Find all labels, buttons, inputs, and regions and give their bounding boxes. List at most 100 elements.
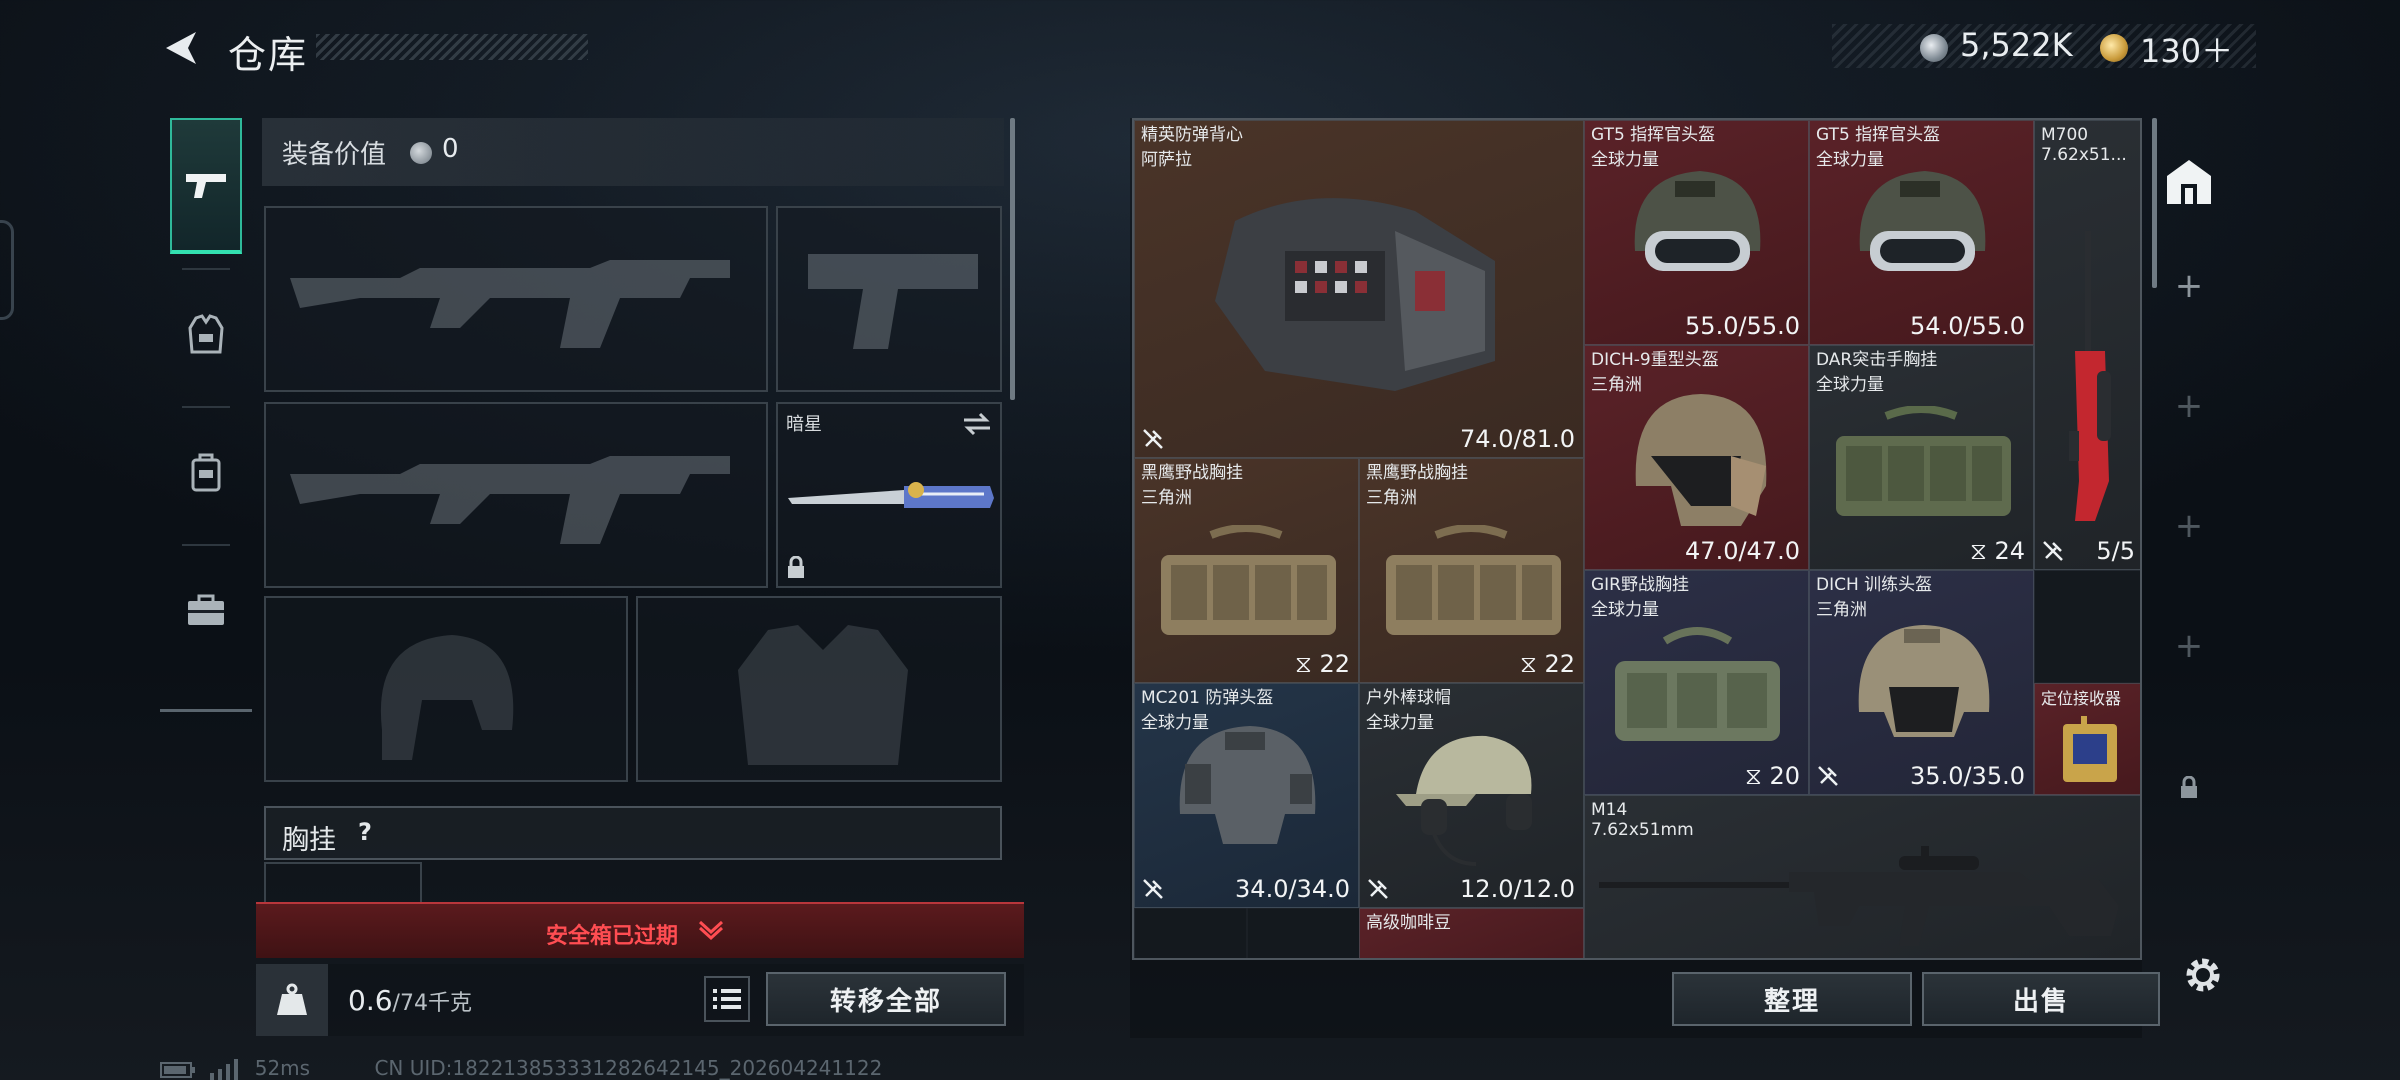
stash-item-blackhawk-rig[interactable]: 黑鹰野战胸挂 三角洲 ⧖ 22: [1134, 458, 1359, 683]
add-stash-page-button[interactable]: +: [2146, 616, 2232, 676]
gear-icon[interactable]: [2180, 952, 2226, 998]
weight-small-icon: ⧖: [1519, 650, 1537, 678]
backpack-icon: [191, 453, 221, 492]
gold-coin-icon: [2100, 34, 2128, 62]
chevron-down-icon: [698, 920, 724, 941]
equipment-value-label: 装备价值: [282, 140, 387, 170]
battery-icon: [160, 1061, 195, 1078]
item-name: 黑鹰野战胸挂: [1366, 463, 1468, 483]
chest-rig-label: 胸挂: [282, 825, 336, 856]
stash-item-dich9-helmet[interactable]: DICH-9重型头盔 三角洲 47.0/47.0: [1584, 345, 1809, 570]
stash-page-home[interactable]: [2146, 142, 2232, 222]
page-title: 仓库: [228, 33, 309, 77]
stash-item-m700[interactable]: M700 7.62x51... 5/5: [2034, 120, 2140, 570]
cap-headset-icon: [1396, 735, 1532, 866]
warehouse-icon: [2167, 160, 2211, 204]
gold-amount[interactable]: 130＋: [2140, 26, 2233, 72]
weight-readout: 0.6/74千克: [348, 984, 472, 1017]
safebox-expired-banner[interactable]: 安全箱已过期: [256, 902, 1024, 958]
item-name: GIR野战胸挂: [1591, 575, 1689, 595]
item-sub: 三角洲: [1141, 488, 1192, 508]
helmet-icon: [1858, 625, 1990, 737]
melee-slot[interactable]: 暗星: [776, 402, 1002, 588]
item-durability: 47.0/47.0: [1685, 537, 1800, 565]
item-name: DAR突击手胸挂: [1816, 350, 1938, 370]
vest-silhouette-icon: [738, 625, 908, 765]
silver-coin-icon: [1920, 34, 1948, 62]
item-name: 定位接收器: [2041, 689, 2122, 708]
tab-case[interactable]: [170, 552, 242, 668]
rifle-silhouette-icon: [290, 456, 730, 544]
add-stash-page-button[interactable]: +: [2146, 376, 2232, 436]
helmet-icon: [1859, 171, 1986, 271]
item-count-value: 22: [1319, 650, 1350, 678]
chest-rig-slot[interactable]: [264, 862, 422, 902]
item-durability: 34.0/34.0: [1235, 875, 1350, 903]
pistol-silhouette-icon: [808, 254, 978, 349]
no-repair-icon: [2043, 541, 2063, 561]
item-name: M700: [2041, 125, 2089, 145]
title-decoration: [316, 34, 588, 60]
item-sub: 全球力量: [1591, 600, 1659, 620]
stash-item-dar-rig[interactable]: DAR突击手胸挂 全球力量 ⧖ 24: [1809, 345, 2034, 570]
chest-rig-icon: [1836, 406, 2011, 516]
helmet-icon: [1634, 171, 1761, 271]
swap-icon[interactable]: [962, 412, 992, 436]
heavy-helmet-icon: [1635, 394, 1767, 526]
stash-item-dich-training-helmet[interactable]: DICH 训练头盔 三角洲 35.0/35.0: [1809, 570, 2034, 795]
armor-slot[interactable]: [636, 596, 1002, 782]
equipment-value: 0: [442, 134, 459, 164]
item-name: DICH 训练头盔: [1816, 575, 1933, 595]
sell-button[interactable]: 出售: [1922, 972, 2160, 1026]
no-repair-icon: [1368, 879, 1388, 899]
list-view-button[interactable]: [704, 976, 750, 1022]
item-name: 黑鹰野战胸挂: [1141, 463, 1243, 483]
sidearm-slot[interactable]: [776, 206, 1002, 392]
secondary-weapon-slot[interactable]: [264, 402, 768, 588]
tab-weapons[interactable]: [170, 118, 242, 254]
tab-armor[interactable]: [170, 276, 242, 392]
weight-small-icon: ⧖: [1744, 762, 1762, 790]
primary-weapon-slot[interactable]: [264, 206, 768, 392]
organize-button[interactable]: 整理: [1672, 972, 1912, 1026]
stash-item-gt5-helmet[interactable]: GT5 指挥官头盔 全球力量 55.0/55.0: [1584, 120, 1809, 345]
chest-rig-section[interactable]: 胸挂 ?: [264, 806, 1002, 860]
back-arrow-icon[interactable]: [158, 26, 202, 70]
weight-icon: [256, 964, 328, 1036]
tab-backpack[interactable]: [170, 414, 242, 530]
helmet-icon: [1179, 726, 1316, 844]
edge-pull-tab[interactable]: [0, 220, 14, 320]
transfer-all-button[interactable]: 转移全部: [766, 972, 1006, 1026]
item-count: 5/5: [2096, 537, 2135, 565]
stash-item-mc201-helmet[interactable]: MC201 防弹头盔 全球力量 34.0/34.0: [1134, 683, 1359, 908]
item-sub: 7.62x51mm: [1591, 820, 1694, 840]
weight-bar: 0.6/74千克 转移全部: [256, 964, 1024, 1036]
stash-item-baseball-cap[interactable]: 户外棒球帽 全球力量 12.0/12.0: [1359, 683, 1584, 908]
item-durability: 35.0/35.0: [1910, 762, 2025, 790]
stash-item-gir-rig[interactable]: GIR野战胸挂 全球力量 ⧖ 20: [1584, 570, 1809, 795]
rifle-silhouette-icon: [290, 260, 730, 348]
stash-item-elite-vest[interactable]: 精英防弹背心 阿萨拉 74.0/81.0: [1134, 120, 1584, 458]
left-scrollbar[interactable]: [1010, 118, 1015, 400]
status-bar: 52ms CN UID:1822138533312826421​45_20260…: [160, 1056, 882, 1080]
item-durability: 74.0/81.0: [1460, 425, 1575, 453]
add-stash-page-button[interactable]: +: [2146, 256, 2232, 316]
weight-small-icon: ⧖: [1969, 537, 1987, 565]
category-tabs: [160, 108, 252, 712]
uid-text: CN UID:1822138533312826421​45_2026042411…: [374, 1056, 883, 1080]
briefcase-icon: [188, 594, 224, 625]
helmet-silhouette-icon: [380, 635, 514, 760]
chest-rig-icon: [1161, 525, 1336, 635]
stash-item-locator-receiver[interactable]: 定位接收器: [2034, 683, 2140, 795]
item-name: GT5 指挥官头盔: [1816, 125, 1941, 145]
add-stash-page-button[interactable]: +: [2146, 496, 2232, 556]
stash-item-gt5-helmet[interactable]: GT5 指挥官头盔 全球力量 54.0/55.0: [1809, 120, 2034, 345]
locked-stash-page[interactable]: [2146, 758, 2232, 818]
stash-item-coffee-beans[interactable]: 高级咖啡豆: [1359, 908, 1584, 958]
stash-item-m14[interactable]: M14 7.62x51mm: [1584, 795, 2140, 958]
helmet-slot[interactable]: [264, 596, 628, 782]
stash-item-blackhawk-rig[interactable]: 黑鹰野战胸挂 三角洲 ⧖ 22: [1359, 458, 1584, 683]
help-icon[interactable]: ?: [358, 818, 372, 846]
chest-rig-icon: [1615, 627, 1780, 741]
weight-small-icon: ⧖: [1294, 650, 1312, 678]
